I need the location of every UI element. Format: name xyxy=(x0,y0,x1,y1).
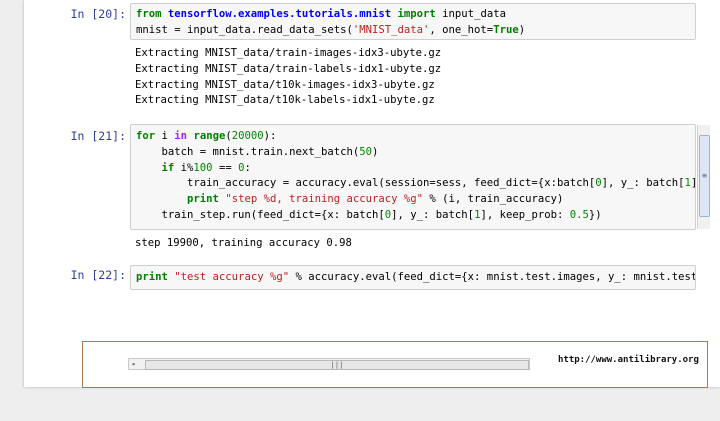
code-token: mnist = input_data.read_data_sets( xyxy=(136,23,353,36)
code-token: 20000 xyxy=(231,130,264,142)
code-token: : xyxy=(244,161,251,174)
code-token: ], y_: batch[ xyxy=(391,208,475,221)
code-token: 50 xyxy=(359,145,372,158)
output-line: step 19900, training accuracy 0.98 xyxy=(135,237,352,249)
code-token: % (i, train_accuracy) xyxy=(423,193,564,206)
code-token: i% xyxy=(174,161,194,174)
code-line: for i in range(20000): xyxy=(136,130,276,142)
code-token: }) xyxy=(588,208,602,221)
code-block: print "test accuracy %g" % accuracy.eval… xyxy=(136,270,695,286)
vertical-scroll-thumb[interactable]: ≡ xyxy=(699,135,710,217)
code-token: ] xyxy=(691,177,695,189)
code-token: "test accuracy %g" xyxy=(174,271,290,283)
prompt-prefix: In xyxy=(70,129,92,143)
code-input-cell-22[interactable]: print "test accuracy %g" % accuracy.eval… xyxy=(130,265,696,290)
code-block: for i in range(20000): batch = mnist.tra… xyxy=(136,129,695,224)
horizontal-scroll-thumb[interactable]: ||| xyxy=(145,360,529,370)
code-token: for xyxy=(136,130,156,142)
code-token: , one_hot= xyxy=(429,23,494,36)
code-line: print "step %d, training accuracy %g" % … xyxy=(136,193,563,205)
code-input-cell-21[interactable]: for i in range(20000): batch = mnist.tra… xyxy=(130,124,696,230)
code-token: train_step.run(feed_dict={x: batch[ xyxy=(136,208,385,221)
output-text: Extracting MNIST_data/train-images-idx3-… xyxy=(135,46,441,109)
output-line: Extracting MNIST_data/t10k-labels-idx1-u… xyxy=(135,94,435,107)
vertical-scrollbar[interactable]: ≡ xyxy=(697,125,710,229)
prompt-number: [21]: xyxy=(91,129,126,143)
cell-prompt-22: In [22]: xyxy=(58,268,126,282)
code-input-cell-20[interactable]: from tensorflow.examples.tutorials.mnist… xyxy=(130,3,696,40)
output-line: Extracting MNIST_data/train-labels-idx1-… xyxy=(135,62,442,75)
output-cell-20: Extracting MNIST_data/train-images-idx3-… xyxy=(135,46,441,109)
code-token: input_data xyxy=(435,8,506,20)
code-token: 100 xyxy=(193,161,213,174)
code-token: ): xyxy=(263,130,277,142)
output-text: step 19900, training accuracy 0.98 xyxy=(135,236,352,252)
code-token: i xyxy=(155,130,175,142)
code-token: True xyxy=(493,23,519,36)
code-line: from tensorflow.examples.tutorials.mnist… xyxy=(136,8,506,20)
code-token: ], y_: batch[ xyxy=(601,177,685,190)
code-token: print xyxy=(187,193,219,206)
code-token: % accuracy.eval(feed_dict={x: mnist.test… xyxy=(289,271,696,283)
code-token: ) xyxy=(372,145,379,158)
code-token: tensorflow.examples.tutorials.mnist xyxy=(167,8,392,20)
code-token: 0.5 xyxy=(569,208,589,221)
prompt-prefix: In xyxy=(70,7,92,21)
code-token: == xyxy=(212,161,239,174)
code-token: ], keep_prob: xyxy=(480,208,570,221)
code-token: "step %d, training accuracy %g" xyxy=(225,193,424,206)
code-line: train_accuracy = accuracy.eval(session=s… xyxy=(136,177,695,190)
horizontal-scrollbar[interactable]: ◂ ||| xyxy=(128,358,530,370)
code-token: train_accuracy = accuracy.eval(session=s… xyxy=(136,177,596,190)
code-token: print xyxy=(136,271,168,283)
cell-prompt-21: In [21]: xyxy=(58,129,126,143)
code-token: batch = mnist.train.next_batch( xyxy=(136,145,360,158)
code-line: train_step.run(feed_dict={x: batch[0], y… xyxy=(136,209,602,221)
code-token: range xyxy=(193,130,226,142)
code-block: from tensorflow.examples.tutorials.mnist… xyxy=(136,7,690,39)
code-line: mnist = input_data.read_data_sets('MNIST… xyxy=(136,24,525,36)
code-token: if xyxy=(161,161,175,174)
code-line: batch = mnist.train.next_batch(50) xyxy=(136,145,379,158)
prompt-number: [22]: xyxy=(91,268,126,282)
cell-prompt-20: In [20]: xyxy=(58,7,126,21)
watermark-url: http://www.antilibrary.org xyxy=(558,355,699,365)
output-cell-21: step 19900, training accuracy 0.98 xyxy=(135,236,352,252)
code-token: import xyxy=(397,8,436,20)
code-line: print "test accuracy %g" % accuracy.eval… xyxy=(136,271,696,283)
code-token: ) xyxy=(518,23,526,36)
scroll-left-arrow-icon[interactable]: ◂ xyxy=(131,359,135,369)
output-line: Extracting MNIST_data/train-images-idx3-… xyxy=(135,47,442,59)
prompt-prefix: In xyxy=(70,268,92,282)
output-line: Extracting MNIST_data/t10k-images-idx3-u… xyxy=(135,78,435,91)
code-token: from xyxy=(136,8,168,20)
code-line: if i%100 == 0: xyxy=(136,162,251,174)
prompt-number: [20]: xyxy=(91,7,126,21)
code-token: in xyxy=(174,130,188,142)
code-token: 'MNIST_data' xyxy=(352,23,430,36)
